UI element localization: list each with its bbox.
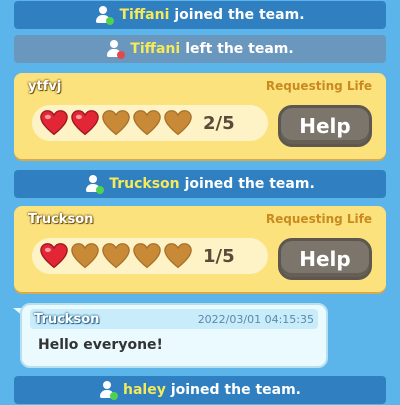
heart-full-icon bbox=[40, 243, 68, 269]
event-text: left the team. bbox=[185, 41, 294, 57]
user-left-icon bbox=[106, 40, 126, 59]
help-button[interactable]: Help bbox=[278, 238, 372, 280]
event-text: joined the team. bbox=[170, 382, 301, 398]
heart-full-icon bbox=[71, 110, 99, 136]
heart-empty-icon bbox=[164, 243, 192, 269]
event-banner-join: Truckson joined the team. bbox=[14, 170, 386, 198]
chat-message: Truckson 2022/03/01 04:15:35 Hello every… bbox=[20, 303, 328, 368]
hearts-bar: 2/5 bbox=[32, 105, 268, 141]
event-banner-join: haley joined the team. bbox=[14, 376, 386, 404]
heart-empty-icon bbox=[133, 110, 161, 136]
request-status: Requesting Life bbox=[265, 212, 372, 226]
chat-timestamp: 2022/03/01 04:15:35 bbox=[197, 312, 314, 326]
life-count: 1/5 bbox=[203, 245, 235, 267]
event-username: haley bbox=[123, 382, 166, 398]
event-banner-join: Tiffani joined the team. bbox=[14, 1, 386, 29]
heart-empty-icon bbox=[133, 243, 161, 269]
hearts-bar: 1/5 bbox=[32, 238, 268, 274]
event-banner-left: Tiffani left the team. bbox=[14, 35, 386, 63]
heart-full-icon bbox=[40, 110, 68, 136]
chat-text: Hello everyone! bbox=[38, 337, 163, 353]
event-text: joined the team. bbox=[174, 7, 305, 23]
request-status: Requesting Life bbox=[265, 79, 372, 93]
heart-empty-icon bbox=[102, 110, 130, 136]
heart-empty-icon bbox=[102, 243, 130, 269]
life-request-card: Truckson Requesting Life 1/5 Help bbox=[14, 206, 386, 292]
heart-empty-icon bbox=[71, 243, 99, 269]
user-join-icon bbox=[95, 6, 115, 25]
event-username: Tiffani bbox=[130, 41, 181, 57]
request-username: ytfvj bbox=[28, 78, 62, 94]
user-join-icon bbox=[85, 175, 105, 194]
request-username: Truckson bbox=[28, 211, 94, 227]
event-username: Tiffani bbox=[119, 7, 170, 23]
user-join-icon bbox=[99, 381, 118, 400]
life-request-card: ytfvj Requesting Life 2/5 Help bbox=[14, 73, 386, 159]
event-username: Truckson bbox=[109, 176, 180, 192]
heart-empty-icon bbox=[164, 110, 192, 136]
life-count: 2/5 bbox=[203, 112, 235, 134]
help-button[interactable]: Help bbox=[278, 105, 372, 147]
event-text: joined the team. bbox=[184, 176, 315, 192]
chat-username: Truckson bbox=[34, 311, 100, 327]
